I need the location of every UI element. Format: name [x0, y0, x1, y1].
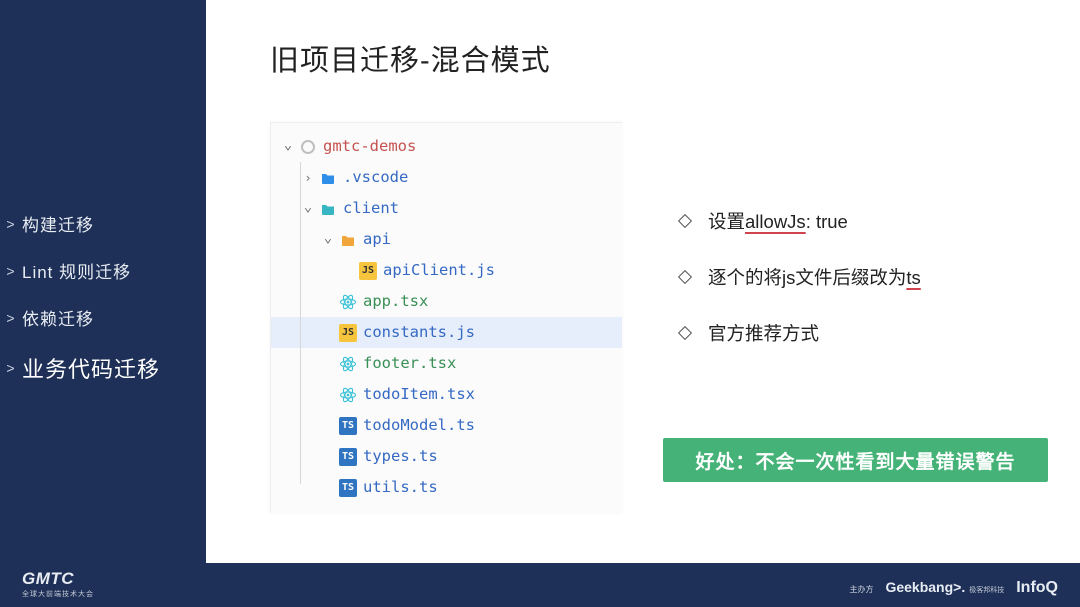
host-label: 主办方 — [849, 584, 873, 595]
tree-row[interactable]: footer.tsx — [271, 348, 622, 379]
tree-row-label: utils.ts — [363, 480, 438, 496]
bullet-item: 官方推荐方式 — [680, 320, 921, 346]
react-icon — [339, 386, 357, 404]
chevron-right-icon: > — [4, 360, 18, 376]
chevron-down-icon: ⌄ — [321, 231, 335, 245]
tree-row-label: .vscode — [343, 170, 408, 186]
bullet-text: 设置allowJs: true — [708, 208, 848, 234]
infoq-logo: InfoQ — [1016, 579, 1058, 597]
tree-row-label: todoItem.tsx — [363, 387, 475, 403]
folder-icon — [339, 231, 357, 249]
ts-file-icon: TS — [339, 479, 357, 497]
footer-logo-left: GMTC 全球大前端技术大会 — [22, 569, 94, 599]
footer: GMTC 全球大前端技术大会 主办方 Geekbang>. 极客邦科技 Info… — [0, 563, 1080, 607]
react-file-icon — [339, 293, 357, 311]
slide-title: 旧项目迁移-混合模式 — [270, 37, 551, 79]
react-icon — [339, 355, 357, 373]
geekbang-logo: Geekbang>. — [885, 579, 965, 595]
geekbang-sub: 极客邦科技 — [969, 585, 1004, 595]
chevron-right-icon: > — [4, 310, 18, 326]
chevron-down-icon: ⌄ — [281, 138, 295, 152]
tree-row-label: client — [343, 201, 399, 217]
diamond-bullet-icon — [678, 270, 692, 284]
tree-row-label: todoModel.ts — [363, 418, 475, 434]
tree-row[interactable]: app.tsx — [271, 286, 622, 317]
chevron-down-icon: ⌄ — [301, 200, 315, 214]
slide: >构建迁移>Lint 规则迁移>依赖迁移>业务代码迁移 旧项目迁移-混合模式 ⌄… — [0, 0, 1080, 607]
footer-right: 主办方 Geekbang>. 极客邦科技 InfoQ — [849, 579, 1058, 597]
js-file-icon: JS — [339, 324, 357, 342]
sidebar-item-label: 构建迁移 — [22, 211, 94, 236]
js-file-icon: JS — [359, 262, 377, 280]
bullet-item: 逐个的将js文件后缀改为ts — [680, 264, 921, 290]
gmtc-logo-sub: 全球大前端技术大会 — [22, 589, 94, 599]
circle-outline-icon — [299, 138, 317, 156]
tree-row[interactable]: JS apiClient.js — [271, 255, 622, 286]
bullet-text: 逐个的将js文件后缀改为ts — [708, 264, 921, 290]
diamond-bullet-icon — [678, 214, 692, 228]
tree-row-label: apiClient.js — [383, 263, 495, 279]
folder-icon — [319, 169, 337, 187]
bullet-list: 设置allowJs: true 逐个的将js文件后缀改为ts 官方推荐方式 — [680, 208, 921, 376]
sidebar-item-label: 业务代码迁移 — [22, 352, 160, 384]
tree-row-label: types.ts — [363, 449, 438, 465]
diamond-bullet-icon — [678, 326, 692, 340]
tree-row[interactable]: › .vscode — [271, 162, 622, 193]
ts-file-icon: TS — [339, 448, 357, 466]
sidebar-item-label: Lint 规则迁移 — [22, 258, 131, 283]
folder-icon — [319, 200, 337, 218]
sidebar: >构建迁移>Lint 规则迁移>依赖迁移>业务代码迁移 — [0, 0, 206, 607]
sidebar-item-3[interactable]: >业务代码迁移 — [0, 341, 206, 395]
bullet-text: 官方推荐方式 — [708, 320, 819, 346]
tree-row-label: app.tsx — [363, 294, 428, 310]
tree-row-label: gmtc-demos — [323, 139, 416, 155]
ts-file-icon: TS — [339, 417, 357, 435]
tree-row-label: constants.js — [363, 325, 475, 341]
gmtc-logo-text: GMTC — [22, 569, 94, 589]
react-file-icon — [339, 355, 357, 373]
file-tree: ⌄ gmtc-demos › .vscode ⌄ client ⌄ api JS apiClien… — [270, 122, 622, 513]
sidebar-item-1[interactable]: >Lint 规则迁移 — [0, 247, 206, 294]
tree-row[interactable]: TS utils.ts — [271, 472, 622, 503]
tree-row[interactable]: JS constants.js — [271, 317, 622, 348]
tree-row[interactable]: todoItem.tsx — [271, 379, 622, 410]
benefit-callout: 好处：不会一次性看到大量错误警告 — [663, 438, 1048, 482]
tree-row[interactable]: TS todoModel.ts — [271, 410, 622, 441]
react-file-icon — [339, 386, 357, 404]
sidebar-nav: >构建迁移>Lint 规则迁移>依赖迁移>业务代码迁移 — [0, 200, 206, 395]
sidebar-item-2[interactable]: >依赖迁移 — [0, 294, 206, 341]
bullet-item: 设置allowJs: true — [680, 208, 921, 234]
chevron-right-icon: > — [4, 263, 18, 279]
sidebar-item-0[interactable]: >构建迁移 — [0, 200, 206, 247]
tree-row[interactable]: ⌄ gmtc-demos — [271, 131, 622, 162]
tree-row[interactable]: ⌄ api — [271, 224, 622, 255]
chevron-right-icon: > — [4, 216, 18, 232]
chevron-right-icon: › — [301, 172, 315, 184]
tree-row[interactable]: ⌄ client — [271, 193, 622, 224]
tree-row-label: api — [363, 232, 391, 248]
tree-row-label: footer.tsx — [363, 356, 456, 372]
sidebar-item-label: 依赖迁移 — [22, 305, 94, 330]
react-icon — [339, 293, 357, 311]
tree-row[interactable]: TS types.ts — [271, 441, 622, 472]
